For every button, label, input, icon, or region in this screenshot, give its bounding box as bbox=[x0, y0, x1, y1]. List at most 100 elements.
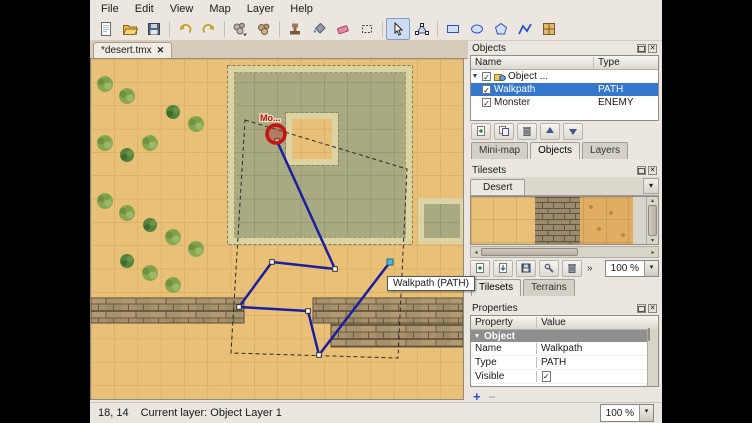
scroll-up-icon[interactable]: ▴ bbox=[651, 197, 654, 204]
objects-close-button[interactable]: ✕ bbox=[648, 44, 657, 53]
status-zoom-select[interactable]: 100 % ▾ bbox=[600, 404, 654, 422]
eraser-button[interactable] bbox=[331, 18, 355, 40]
insert-polyline-button[interactable] bbox=[513, 18, 537, 40]
monster-row[interactable]: ✓ Monster ENEMY bbox=[471, 96, 658, 109]
main-toolbar bbox=[90, 17, 662, 41]
expander-icon[interactable]: ▼ bbox=[473, 333, 481, 340]
object-group-icon bbox=[494, 72, 506, 82]
menu-map[interactable]: Map bbox=[202, 2, 237, 16]
save-button[interactable] bbox=[142, 18, 166, 40]
objects-dock: Objects ✕ Name Type ▼ ✓ bbox=[470, 42, 659, 159]
properties-float-button[interactable] bbox=[637, 304, 646, 313]
import-tileset-button[interactable] bbox=[493, 260, 513, 277]
document-area: *desert.tmx ✕ bbox=[90, 40, 468, 403]
visibility-checkbox[interactable]: ✓ bbox=[482, 98, 491, 107]
visibility-checkbox[interactable]: ✓ bbox=[482, 72, 491, 81]
tilesets-toolbar: » 100 % ▾ bbox=[470, 258, 659, 278]
tileset-horizontal-scrollbar[interactable]: ◂ ▸ bbox=[470, 246, 659, 258]
scroll-right-icon[interactable]: ▸ bbox=[648, 249, 658, 256]
delete-object-button[interactable] bbox=[517, 123, 537, 140]
toolbar-overflow-button[interactable]: » bbox=[587, 263, 593, 274]
column-type[interactable]: Type bbox=[594, 57, 658, 68]
duplicate-object-button[interactable] bbox=[494, 123, 514, 140]
object-group-row[interactable]: ▼ ✓ Object ... bbox=[471, 70, 658, 83]
bucket-fill-button[interactable] bbox=[307, 18, 331, 40]
property-group-row[interactable]: ▼ Object bbox=[471, 330, 658, 342]
column-value[interactable]: Value bbox=[537, 317, 658, 328]
objects-tree-header: Name Type bbox=[471, 56, 658, 70]
tileset-list-dropdown[interactable]: ▾ bbox=[643, 178, 659, 194]
tab-layers[interactable]: Layers bbox=[582, 142, 628, 159]
tileset-view[interactable]: ▴ ▾ bbox=[470, 196, 659, 245]
property-row-type[interactable]: Type PATH bbox=[471, 356, 658, 370]
insert-polygon-button[interactable] bbox=[489, 18, 513, 40]
raise-object-button[interactable] bbox=[540, 123, 560, 140]
polyline-object-icon bbox=[517, 21, 533, 37]
menu-file[interactable]: File bbox=[94, 2, 126, 16]
property-row-visible[interactable]: Visible ✓ bbox=[471, 370, 658, 384]
map-canvas[interactable]: Mo... bbox=[90, 58, 464, 400]
random-stamp-button[interactable] bbox=[228, 18, 252, 40]
scroll-thumb[interactable] bbox=[648, 328, 650, 341]
tileset-vertical-scrollbar[interactable]: ▴ ▾ bbox=[646, 197, 658, 244]
new-file-button[interactable] bbox=[94, 18, 118, 40]
delete-tileset-button[interactable] bbox=[562, 260, 582, 277]
tilesets-float-button[interactable] bbox=[637, 166, 646, 175]
visibility-checkbox[interactable]: ✓ bbox=[482, 85, 491, 94]
tab-terrains[interactable]: Terrains bbox=[523, 279, 575, 296]
tab-objects[interactable]: Objects bbox=[530, 142, 580, 159]
save-icon bbox=[146, 21, 162, 37]
property-value[interactable]: Walkpath bbox=[537, 343, 658, 354]
tab-desert-tmx[interactable]: *desert.tmx ✕ bbox=[93, 42, 172, 58]
insert-ellipse-button[interactable] bbox=[465, 18, 489, 40]
column-property[interactable]: Property bbox=[471, 317, 537, 328]
insert-tile-button[interactable] bbox=[537, 18, 561, 40]
objects-float-button[interactable] bbox=[637, 44, 646, 53]
scroll-down-icon[interactable]: ▾ bbox=[651, 237, 654, 244]
tileset-zoom-select[interactable]: 100 % ▾ bbox=[605, 260, 659, 277]
down-arrow-icon bbox=[567, 125, 579, 137]
bucket-icon bbox=[311, 21, 327, 37]
select-objects-button[interactable] bbox=[386, 18, 410, 40]
float-icon bbox=[638, 168, 645, 174]
lower-object-button[interactable] bbox=[563, 123, 583, 140]
properties-table-header: Property Value bbox=[471, 316, 658, 330]
tab-desert-tileset[interactable]: Desert bbox=[470, 179, 525, 195]
visible-checkbox[interactable]: ✓ bbox=[542, 371, 551, 382]
open-file-button[interactable] bbox=[118, 18, 142, 40]
menu-edit[interactable]: Edit bbox=[128, 2, 161, 16]
eraser-icon bbox=[335, 21, 351, 37]
property-value[interactable]: PATH bbox=[537, 357, 658, 368]
edit-polygons-button[interactable] bbox=[410, 18, 434, 40]
object-group-name: Object ... bbox=[508, 71, 548, 82]
properties-close-button[interactable]: ✕ bbox=[648, 304, 657, 313]
redo-button[interactable] bbox=[197, 18, 221, 40]
new-tileset-button[interactable] bbox=[470, 260, 490, 277]
walkpath-row[interactable]: ✓ Walkpath PATH bbox=[471, 83, 658, 96]
menu-help[interactable]: Help bbox=[283, 2, 320, 16]
tab-mini-map[interactable]: Mini-map bbox=[471, 142, 528, 159]
menu-layer[interactable]: Layer bbox=[240, 2, 282, 16]
menu-view[interactable]: View bbox=[163, 2, 201, 16]
rect-select-button[interactable] bbox=[355, 18, 379, 40]
scroll-thumb[interactable] bbox=[648, 205, 657, 236]
tab-tilesets[interactable]: Tilesets bbox=[471, 279, 521, 296]
export-tileset-button[interactable] bbox=[516, 260, 536, 277]
chevron-down-icon[interactable]: ▾ bbox=[639, 405, 653, 421]
expander-icon[interactable]: ▼ bbox=[471, 73, 479, 80]
terrain-brush-button[interactable] bbox=[252, 18, 276, 40]
chevron-down-icon[interactable]: ▾ bbox=[644, 261, 658, 276]
properties-scrollbar[interactable] bbox=[647, 329, 658, 386]
undo-button[interactable] bbox=[173, 18, 197, 40]
tab-close-icon[interactable]: ✕ bbox=[157, 46, 165, 55]
stamp-brush-button[interactable] bbox=[283, 18, 307, 40]
tileset-properties-button[interactable] bbox=[539, 260, 559, 277]
column-name[interactable]: Name bbox=[471, 57, 594, 68]
insert-rectangle-button[interactable] bbox=[441, 18, 465, 40]
scroll-thumb[interactable] bbox=[481, 248, 578, 256]
property-row-name[interactable]: Name Walkpath bbox=[471, 342, 658, 356]
add-object-group-button[interactable] bbox=[471, 123, 491, 140]
scroll-left-icon[interactable]: ◂ bbox=[471, 249, 481, 256]
up-arrow-icon bbox=[544, 125, 556, 137]
tilesets-close-button[interactable]: ✕ bbox=[648, 166, 657, 175]
